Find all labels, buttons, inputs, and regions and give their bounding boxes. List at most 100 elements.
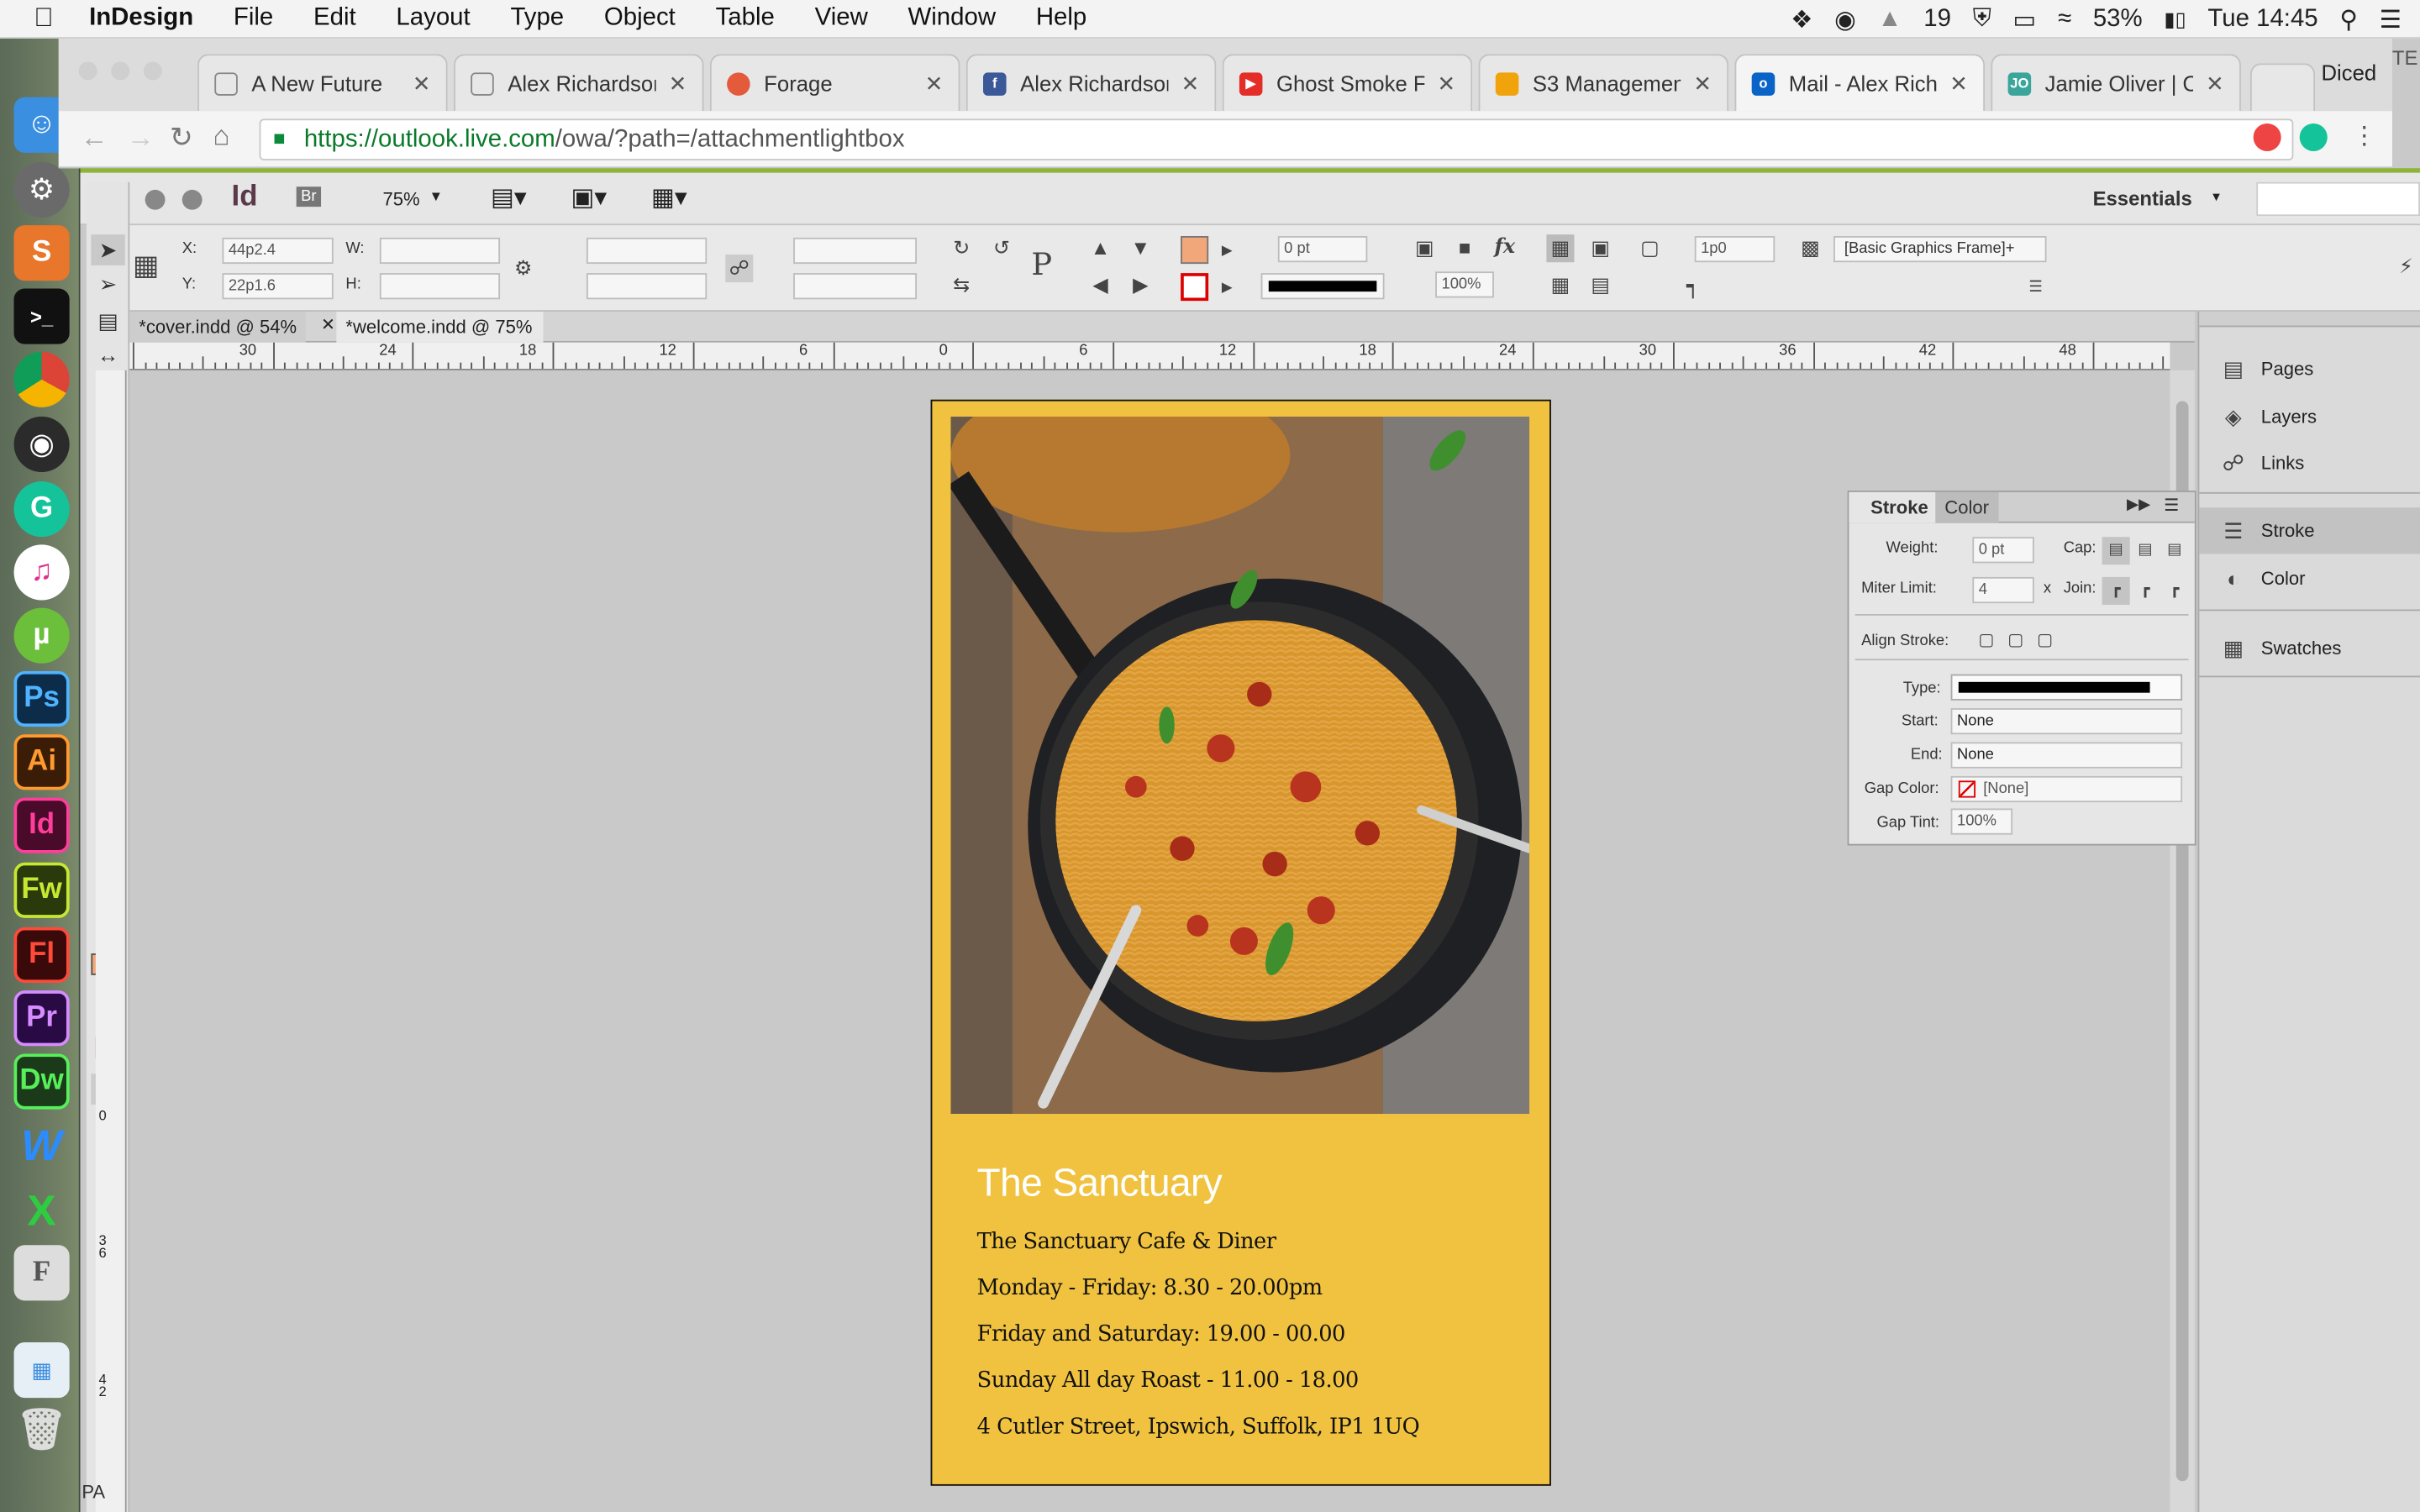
photoshop-icon[interactable]: Ps (13, 670, 70, 727)
doc-tab-cover[interactable]: *cover.indd @ 54% (129, 312, 306, 343)
tab-close-icon[interactable]: ✕ (1181, 71, 1200, 97)
excel-icon[interactable]: X (14, 1184, 70, 1239)
gap-tool-icon[interactable]: ↔ (91, 339, 124, 370)
chevron-down-icon[interactable]: ▼ (429, 188, 443, 203)
rotate-ccw-icon[interactable]: ↺ (988, 234, 1016, 262)
y-field[interactable]: 22p1.6 (222, 273, 334, 300)
itunes-icon[interactable]: ♫ (13, 544, 70, 601)
lightning-icon[interactable]: ⚡ (2392, 253, 2420, 281)
hours-weekday[interactable]: Monday - Friday: 8.30 - 20.00pm (977, 1276, 1323, 1300)
tab-close-icon[interactable]: ✕ (1693, 71, 1712, 97)
weight-field[interactable]: 0 pt (1972, 537, 2034, 564)
tab-close-icon[interactable]: ✕ (925, 71, 944, 97)
text-wrap-icon[interactable]: ▦ (1546, 234, 1575, 263)
reload-icon[interactable]: ↻ (170, 122, 193, 155)
projecting-cap-icon[interactable]: ▤ (2160, 537, 2188, 564)
fill-menu-arrow[interactable]: ▶ (1213, 236, 1241, 264)
trash-icon[interactable]: 🗑 (14, 1401, 70, 1457)
battery-icon[interactable]: ▮▯ (2164, 7, 2186, 31)
tab-close-icon[interactable]: ✕ (413, 71, 431, 97)
panel-expand-icon[interactable]: ▶▶ (2127, 496, 2150, 513)
color-tab[interactable]: Color (1935, 491, 1998, 523)
new-tab-button[interactable] (2249, 63, 2316, 112)
hours-sunday[interactable]: Sunday All day Roast - 11.00 - 18.00 (977, 1368, 1360, 1393)
back-icon[interactable]: ← (81, 122, 108, 155)
grammarly-extension-icon[interactable] (2299, 123, 2328, 151)
menu-object[interactable]: Object (584, 5, 696, 33)
browser-tab[interactable]: JO Jamie Oliver | Off ✕ (1991, 54, 2241, 112)
fireworks-icon[interactable]: Fw (13, 862, 70, 918)
menu-layout[interactable]: Layout (376, 5, 491, 33)
browser-tab[interactable]: Forage ✕ (709, 54, 960, 112)
gap-tint-field[interactable]: 100% (1950, 808, 2013, 835)
menu-edit[interactable]: Edit (293, 5, 376, 33)
venue-title[interactable]: The Sanctuary (977, 1162, 1223, 1206)
select-content-icon[interactable]: ▼ (1127, 234, 1155, 262)
jump-object-icon[interactable]: ▤ (1586, 271, 1614, 299)
hours-weekend[interactable]: Friday and Saturday: 19.00 - 00.00 (977, 1322, 1346, 1347)
h-field[interactable] (379, 273, 501, 300)
fx-icon[interactable]: fx (1491, 234, 1518, 262)
search-field[interactable] (2256, 181, 2420, 217)
effects-icon[interactable]: ■ (1451, 234, 1479, 262)
menu-file[interactable]: File (213, 5, 293, 33)
scale-x-field[interactable] (586, 237, 708, 265)
window-minimize-button[interactable] (111, 61, 130, 81)
panel-color[interactable]: ◐ Color (2199, 555, 2420, 601)
x-field[interactable]: 44p2.4 (222, 237, 334, 265)
stroke-swatch[interactable] (1181, 273, 1209, 302)
frame-fitting-icon[interactable]: ▢ (1636, 234, 1664, 262)
screen-mode-icon[interactable]: ▣▾ (571, 182, 608, 213)
panel-menu-icon[interactable]: ☰ (2164, 496, 2179, 515)
chrome-icon[interactable] (13, 351, 70, 407)
dreamweaver-icon[interactable]: Dw (13, 1053, 70, 1110)
flash-icon[interactable]: Fl (13, 927, 70, 983)
corner-shape-icon[interactable]: ┑ (1679, 271, 1707, 299)
panel-swatches[interactable]: ▦ Swatches (2199, 625, 2420, 671)
link-icon[interactable]: ☍ (725, 255, 754, 283)
opacity-field[interactable]: 100% (1435, 271, 1494, 298)
select-container-icon[interactable]: ▲ (1086, 234, 1114, 262)
object-style-select[interactable]: [Basic Graphics Frame]+ (1833, 236, 2047, 263)
miter-limit-field[interactable]: 4 (1972, 576, 2034, 604)
notification-center-icon[interactable]: ☰ (2380, 4, 2402, 35)
menu-table[interactable]: Table (696, 5, 795, 33)
premiere-icon[interactable]: Pr (13, 990, 70, 1047)
browser-tab[interactable]: ▶ Ghost Smoke FX ✕ (1222, 54, 1473, 112)
wifi-icon[interactable]: ≈ (2058, 5, 2071, 33)
text-frame-icon[interactable]: P (1028, 249, 1055, 280)
indesign-icon[interactable]: Id (13, 797, 70, 853)
stroke-type-select[interactable] (1260, 273, 1385, 300)
flip-icon[interactable]: ⇆ (948, 271, 976, 299)
panel-links[interactable]: ☍ Links (2199, 439, 2420, 486)
venue-subtitle[interactable]: The Sanctuary Cafe & Diner (977, 1230, 1276, 1254)
grammarly-dock-icon[interactable]: G (13, 481, 70, 538)
align-center-icon[interactable]: ▢ (1972, 627, 2000, 654)
bridge-button[interactable]: Br (296, 186, 322, 207)
control-panel-menu-icon[interactable]: ☰ (2022, 275, 2049, 302)
page-tool-icon[interactable]: ▤ (91, 306, 124, 337)
chrome-menu-icon[interactable]: ⋮ (2352, 120, 2376, 151)
align-outside-icon[interactable]: ▢ (2031, 627, 2059, 654)
downloads-stack-icon[interactable]: ▦ (13, 1341, 70, 1399)
airplay-icon[interactable]: ▭ (2012, 4, 2036, 35)
browser-tab[interactable]: f Alex Richardson ✕ (965, 54, 1217, 112)
select-next-icon[interactable]: ▶ (1127, 271, 1155, 299)
wrap-around-icon[interactable]: ▣ (1586, 234, 1614, 262)
round-cap-icon[interactable]: ▤ (2132, 537, 2160, 564)
direct-selection-tool-icon[interactable]: ➢ (91, 269, 124, 300)
zoom-level-select[interactable]: 75% (383, 188, 420, 210)
illustrator-icon[interactable]: Ai (13, 734, 70, 790)
menu-window[interactable]: Window (888, 5, 1016, 33)
wrap-shape-icon[interactable]: ▦ (1546, 271, 1574, 299)
panel-stroke[interactable]: ☰ Stroke (2199, 507, 2420, 554)
browser-tab-active[interactable]: o Mail - Alex Richar ✕ (1734, 54, 1986, 112)
chrome-profile-name[interactable]: Diced (2321, 60, 2376, 85)
doc-tab-welcome[interactable]: *welcome.indd @ 75% (336, 312, 544, 343)
forward-icon[interactable]: → (127, 122, 155, 155)
adobe-icon[interactable]: ▲ (1877, 5, 1902, 33)
bevel-join-icon[interactable]: ┏ (2160, 577, 2188, 605)
object-style-icon[interactable]: ▩ (1797, 234, 1824, 262)
menu-app-name[interactable]: InDesign (74, 5, 213, 33)
workspace-switcher[interactable]: Essentials (2093, 186, 2192, 210)
